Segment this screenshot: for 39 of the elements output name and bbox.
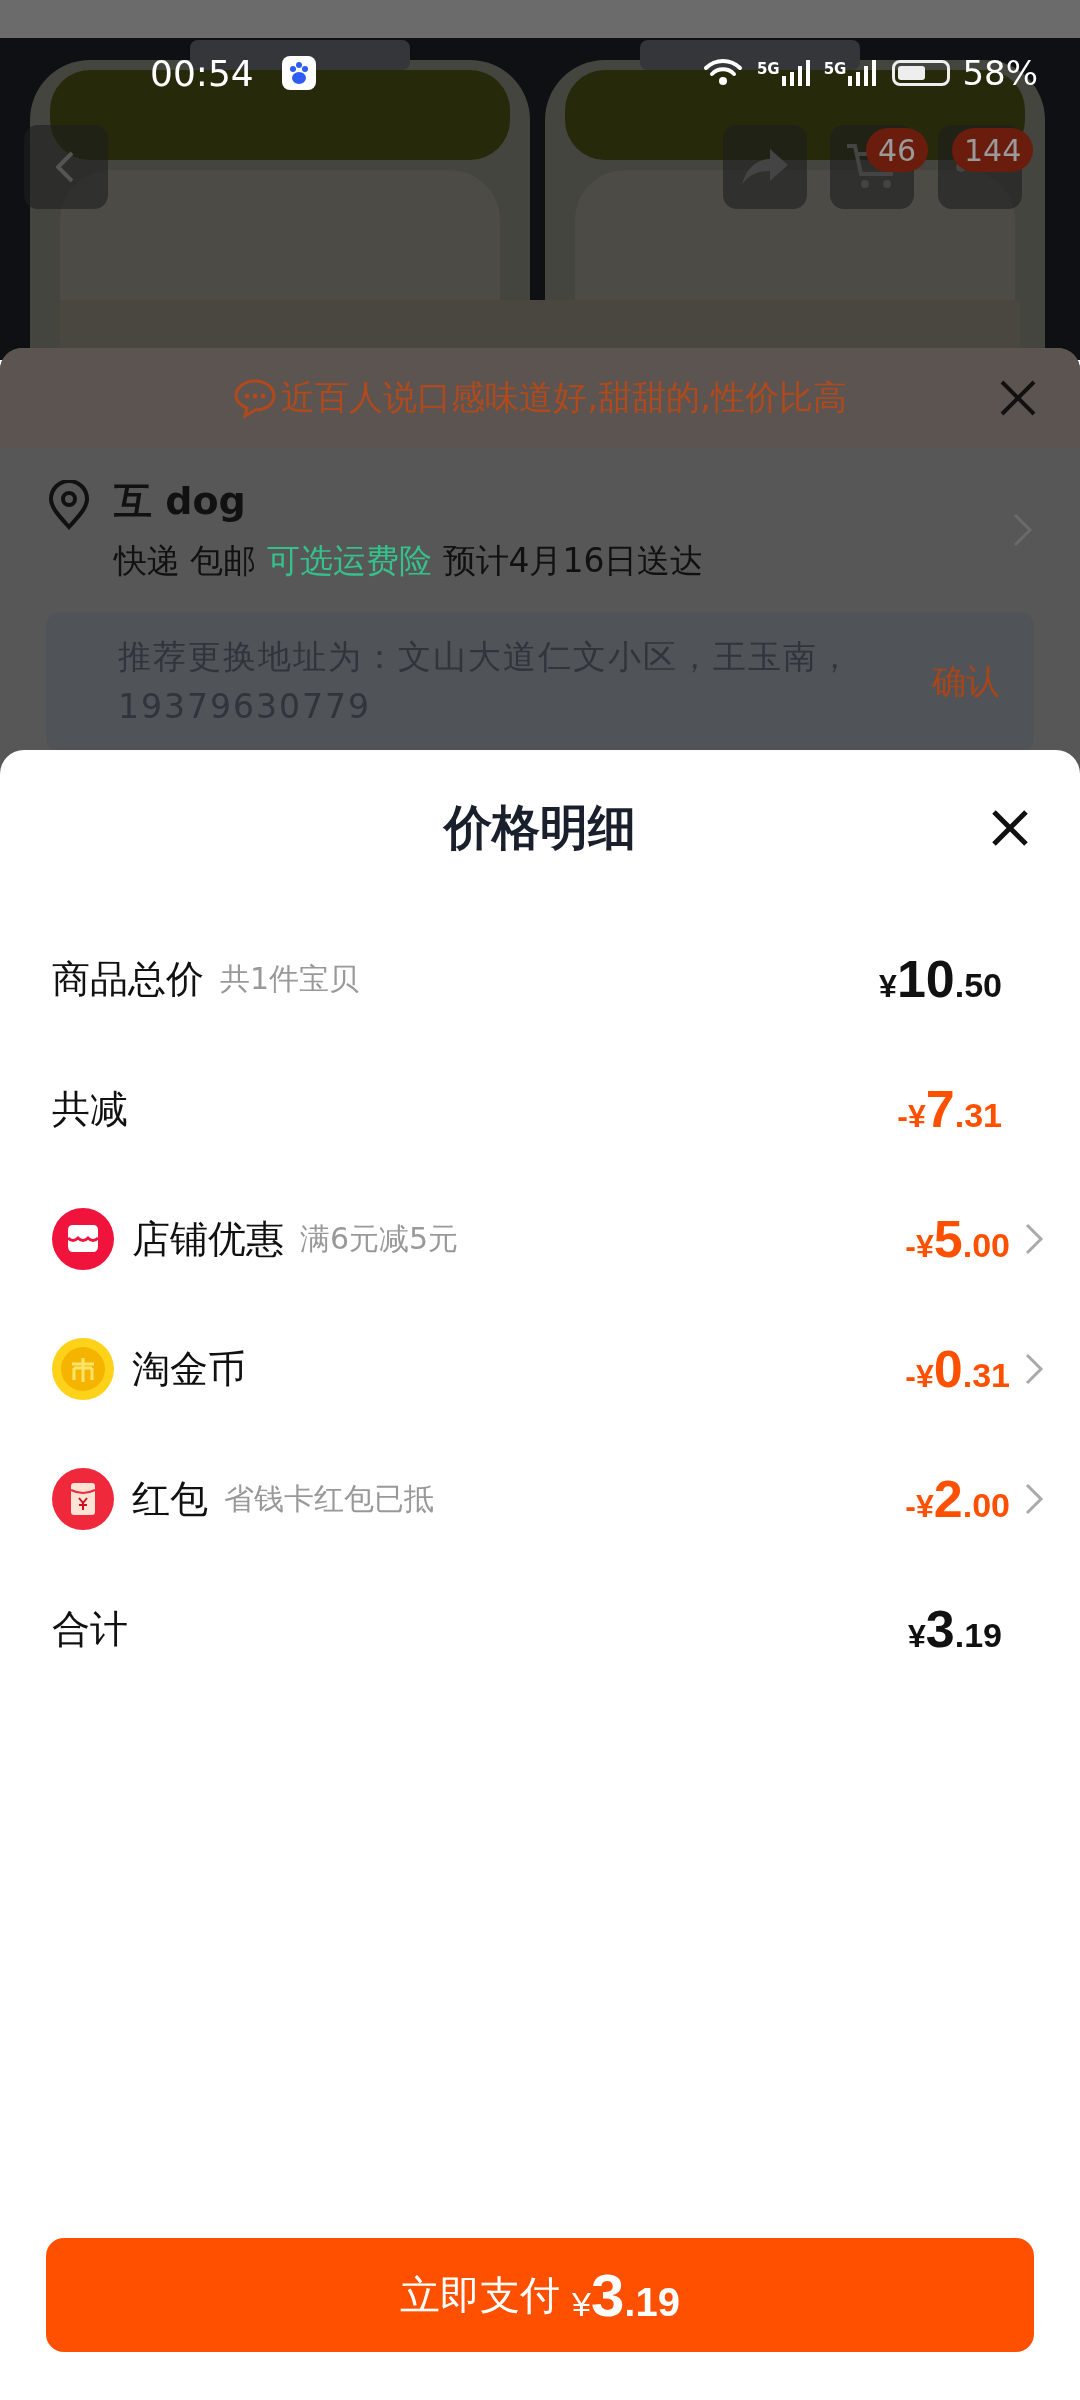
price-note: 共1件宝贝 [220, 959, 360, 998]
price-label: 淘金币 [132, 1345, 246, 1393]
pay-now-button[interactable]: 立即支付 ¥3.19 [46, 2238, 1034, 2352]
price-amount: -¥0.31 [905, 1339, 1010, 1399]
sheet-title: 价格明细 [444, 798, 636, 857]
battery-percent: 58% [962, 53, 1038, 93]
shop-icon [52, 1208, 114, 1270]
chevron-right-icon [1024, 1482, 1044, 1516]
price-note: 省钱卡红包已抵 [224, 1479, 434, 1518]
review-tip: 近百人说口感味道好,甜甜的,性价比高 [281, 376, 847, 419]
price-label: 店铺优惠 [132, 1215, 284, 1263]
chevron-right-icon [1024, 1352, 1044, 1386]
battery-icon [892, 60, 951, 86]
price-amount: -¥7.31 [897, 1079, 1002, 1139]
coin-icon [52, 1338, 114, 1400]
recipient-name: 互 dog [114, 478, 247, 525]
price-note: 满6元减5元 [300, 1219, 459, 1258]
clock-time: 00:54 [150, 52, 254, 94]
price-label: 商品总价 [52, 955, 204, 1003]
delivery-info: 预计4月16日送达 [442, 541, 704, 580]
delivery-info: 快递 包邮 [114, 541, 257, 580]
price-label: 红包 [132, 1475, 208, 1523]
signal-icon [848, 60, 877, 86]
close-icon [990, 808, 1030, 848]
price-amount: ¥10.50 [879, 949, 1002, 1009]
price-amount: -¥5.00 [905, 1209, 1010, 1269]
price-label: 合计 [52, 1605, 128, 1653]
shipping-insurance-link[interactable]: 可选运费险 [267, 541, 432, 580]
price-amount: ¥3.19 [908, 1599, 1002, 1659]
network-label: 5G [756, 60, 780, 78]
chevron-right-icon [1024, 1222, 1044, 1256]
chat-bubble-icon [233, 378, 278, 418]
network-label: 5G [823, 60, 847, 78]
price-amount: -¥2.00 [905, 1469, 1010, 1529]
signal-icon [781, 60, 810, 86]
price-label: 共减 [52, 1085, 128, 1133]
envelope-icon [52, 1468, 114, 1530]
close-button[interactable] [990, 808, 1030, 848]
paw-app-icon [281, 56, 316, 90]
